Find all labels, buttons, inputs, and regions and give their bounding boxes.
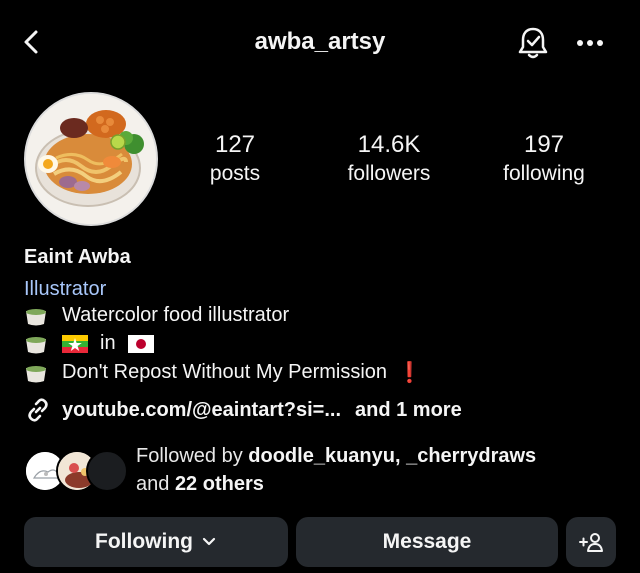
link-url[interactable]: youtube.com/@eaintart?si=... (62, 399, 341, 422)
exclamation-icon: ❗ (397, 362, 422, 384)
more-horizontal-icon[interactable] (570, 28, 610, 58)
stat-posts[interactable]: 127 posts (175, 130, 295, 188)
bell-check-icon[interactable] (514, 24, 552, 62)
profile-name: Eaint Awba (24, 246, 131, 268)
bio-text: Watercolor food illustrator (62, 304, 290, 326)
following-label: Following (95, 530, 193, 553)
stat-followers[interactable]: 14.6K followers (329, 130, 449, 188)
stat-value: 127 (214, 131, 256, 158)
message-label: Message (382, 530, 472, 553)
stat-label: followers (347, 162, 431, 185)
bio-in-text: in (100, 332, 116, 354)
followed-by-text[interactable]: Followed by doodle_kuanyu, _cherrydraws … (136, 442, 626, 498)
tea-cup-icon (26, 365, 46, 382)
bio-line-2: in (24, 332, 154, 355)
suggest-people-button[interactable] (566, 517, 616, 567)
tea-cup-icon (26, 308, 46, 325)
followed-by-and: and (136, 473, 170, 495)
message-button[interactable]: Message (296, 517, 558, 567)
add-person-icon (579, 533, 603, 552)
bio-line-1: Watercolor food illustrator (24, 304, 289, 327)
tea-cup-icon (26, 336, 46, 353)
followed-by-names[interactable]: doodle_kuanyu, _cherrydraws (248, 445, 536, 467)
stat-label: following (503, 162, 585, 185)
followed-by-prefix: Followed by (136, 445, 243, 467)
profile-link[interactable]: youtube.com/@eaintart?si=... and 1 more (24, 396, 462, 424)
stat-following[interactable]: 197 following (484, 130, 604, 188)
bio-line-3: Don't Repost Without My Permission ❗ (24, 360, 422, 385)
avatar[interactable] (24, 92, 158, 226)
stat-value: 14.6K (357, 131, 421, 158)
stat-value: 197 (523, 131, 565, 158)
myanmar-flag-icon (62, 334, 88, 353)
follower-avatar[interactable] (86, 450, 128, 492)
link-more[interactable]: and 1 more (355, 399, 462, 422)
followed-by-others[interactable]: 22 others (175, 473, 264, 495)
link-icon (28, 398, 48, 422)
japan-flag-icon (127, 334, 154, 353)
bio-text: Don't Repost Without My Permission (62, 361, 388, 383)
following-button[interactable]: Following (24, 517, 288, 567)
profile-category[interactable]: Illustrator (24, 278, 106, 301)
stat-label: posts (209, 162, 261, 185)
chevron-down-icon (202, 537, 216, 546)
